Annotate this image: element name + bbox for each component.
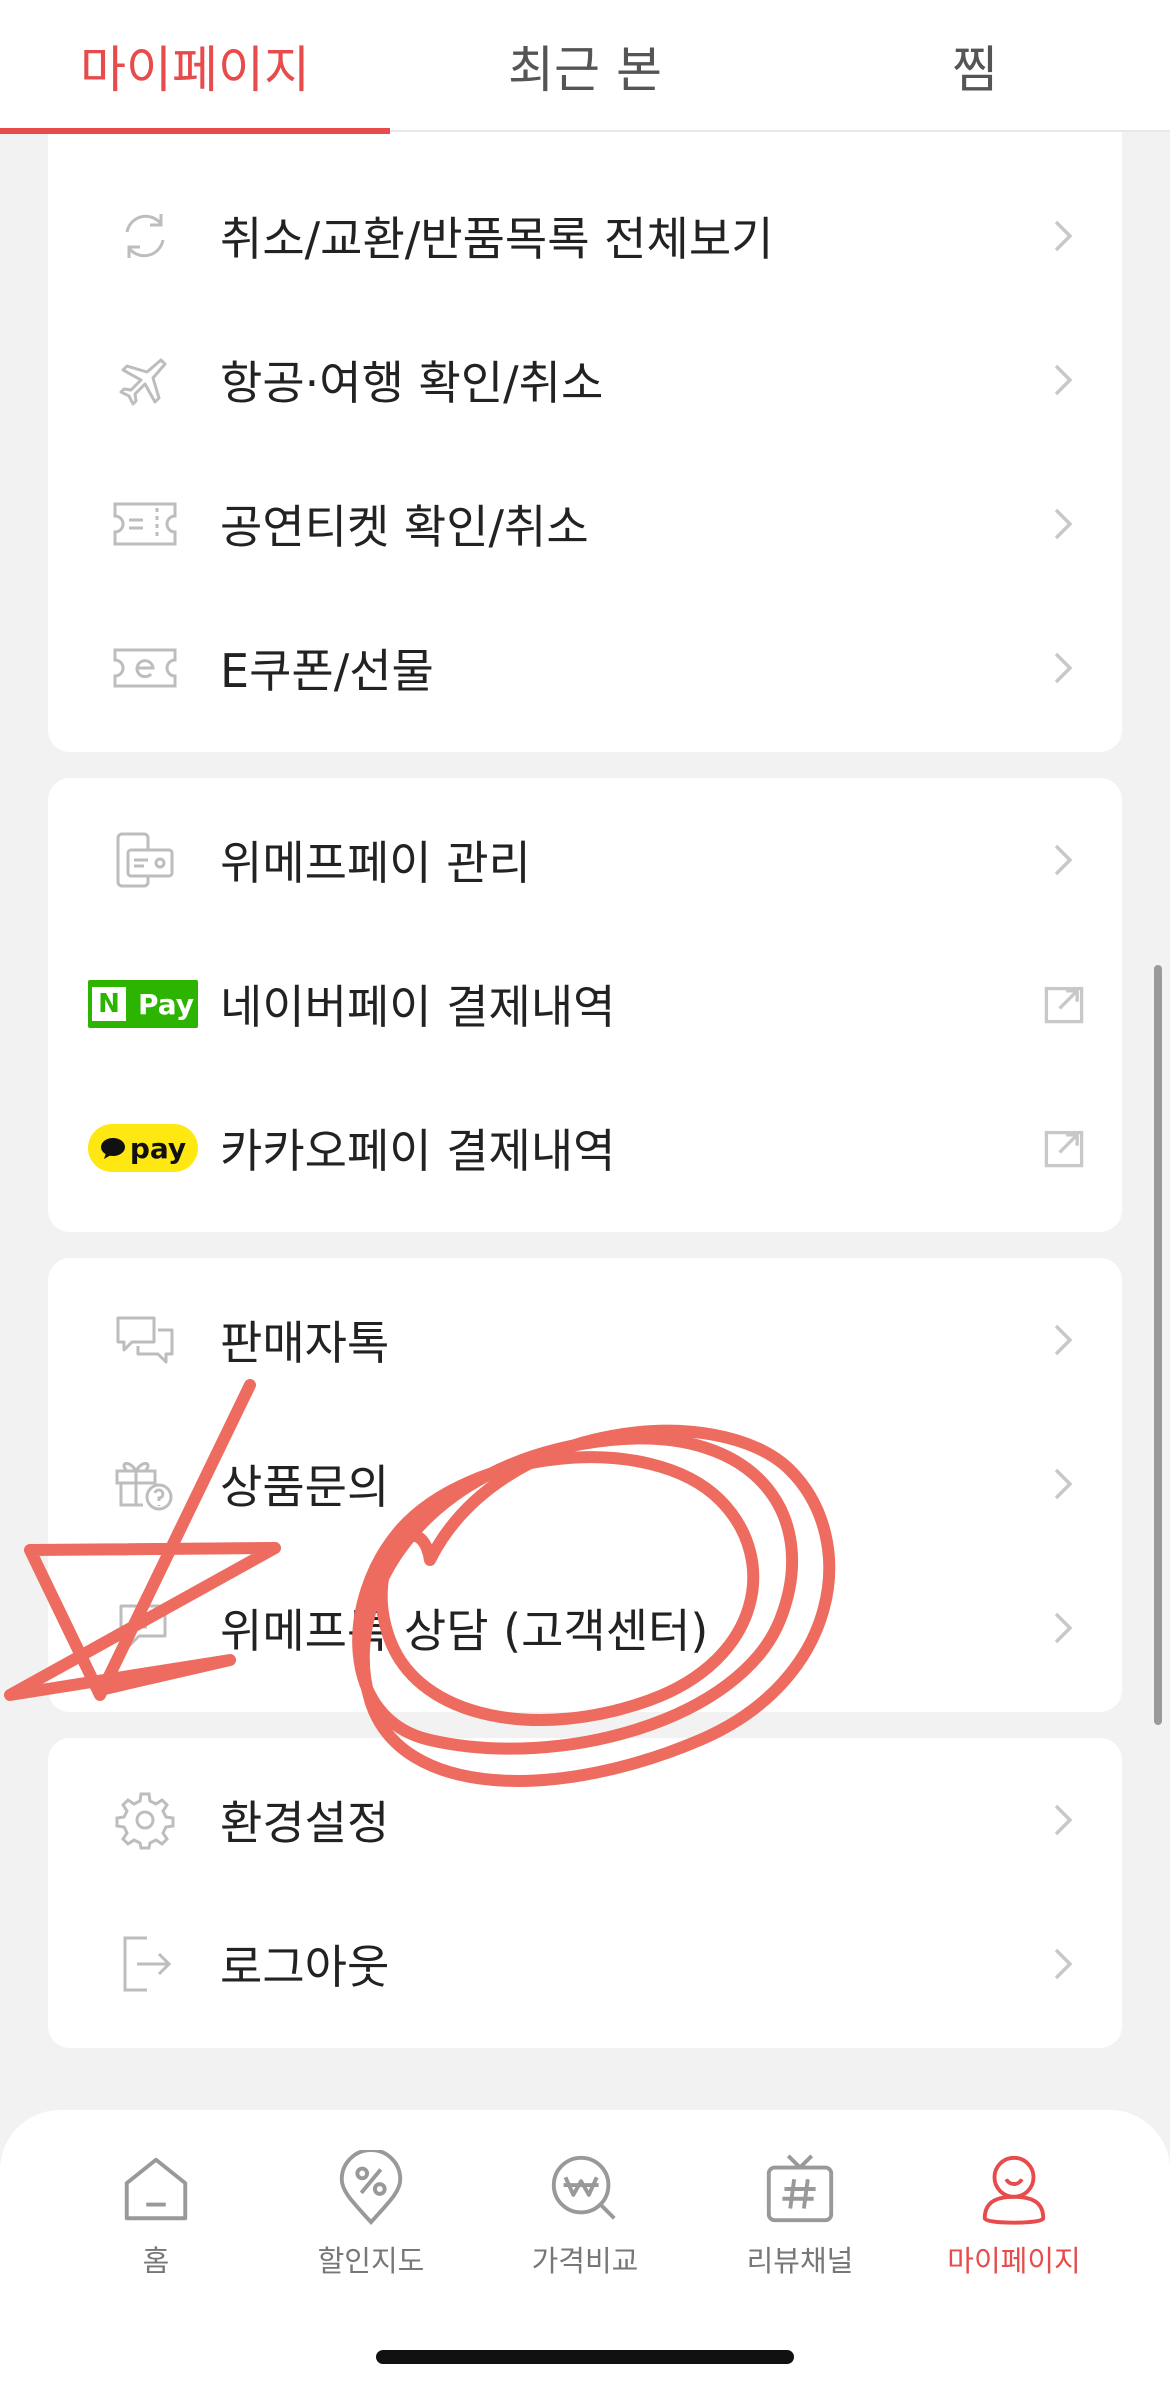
ticket-icon [112, 494, 178, 554]
menu-item-naverpay-history[interactable]: N Pay 네이버페이 결제내역 [48, 932, 1122, 1076]
menu-item-label: 로그아웃 [220, 1940, 390, 1994]
exchange-icon [112, 206, 178, 266]
chevron-right-icon [1054, 1804, 1073, 1836]
menu-item-label: E쿠폰/선물 [220, 644, 434, 698]
menu-item-ecoupon-gift[interactable]: E쿠폰/선물 [48, 596, 1122, 740]
menu-item-label: 카카오페이 결제내역 [220, 1124, 616, 1178]
home-indicator [376, 2350, 794, 2364]
chevron-right-icon [1054, 1324, 1073, 1356]
chevron-right-icon [1054, 844, 1073, 876]
support-card: 판매자톡 상품문의 위메프톡 상담 (고객센터) [48, 1258, 1122, 1712]
price-compare-icon [551, 2155, 616, 2220]
tab-mypage[interactable]: 마이페이지 [0, 0, 390, 134]
nav-mypage[interactable]: 마이페이지 [907, 2150, 1121, 2280]
chevron-right-icon [1054, 1468, 1073, 1500]
external-link-icon [1044, 1130, 1084, 1168]
menu-item-label: 취소/교환/반품목록 전체보기 [220, 212, 774, 266]
ecoupon-icon [112, 638, 178, 698]
menu-item-seller-talk[interactable]: 판매자톡 [48, 1268, 1122, 1412]
tab-wishlist[interactable]: 찜 [780, 0, 1170, 132]
nav-review-channel[interactable]: 리뷰채널 [693, 2150, 907, 2280]
gear-icon [112, 1790, 178, 1850]
orders-card: 취소/교환/반품목록 전체보기 항공·여행 확인/취소 공연티켓 확인/취소 E… [48, 100, 1122, 752]
menu-item-label: 항공·여행 확인/취소 [220, 356, 604, 410]
airplane-icon [112, 350, 178, 410]
nav-home[interactable]: 홈 [49, 2150, 263, 2280]
menu-item-label: 위메프페이 관리 [220, 836, 531, 890]
nav-discount-map[interactable]: 할인지도 [264, 2150, 478, 2280]
chevron-right-icon [1054, 508, 1073, 540]
home-icon [124, 2157, 188, 2221]
menu-item-label: 공연티켓 확인/취소 [220, 500, 589, 554]
gift-question-icon [112, 1454, 178, 1514]
menu-item-cancel-exchange-return[interactable]: 취소/교환/반품목록 전체보기 [48, 164, 1122, 308]
chevron-right-icon [1054, 1948, 1073, 1980]
menu-item-performance-ticket[interactable]: 공연티켓 확인/취소 [48, 452, 1122, 596]
external-link-icon [1044, 986, 1084, 1024]
wallet-card-icon [112, 830, 178, 890]
menu-item-product-inquiry[interactable]: 상품문의 [48, 1412, 1122, 1556]
menu-item-flight-travel[interactable]: 항공·여행 확인/취소 [48, 308, 1122, 452]
menu-item-label: 환경설정 [220, 1796, 390, 1850]
kakaopay-logo: pay [88, 1124, 198, 1172]
bottom-navigation-bar: 홈 할인지도 가격비교 리뷰채널 마이페이지 [0, 2110, 1170, 2391]
chevron-right-icon [1054, 220, 1073, 252]
mypage-icon [982, 2155, 1046, 2225]
naverpay-logo: N Pay [88, 980, 198, 1028]
payments-card: 위메프페이 관리 N Pay 네이버페이 결제내역 pay 카카오페이 결제내역 [48, 778, 1122, 1232]
menu-item-settings[interactable]: 환경설정 [48, 1748, 1122, 1892]
menu-item-label: 네이버페이 결제내역 [220, 980, 616, 1034]
menu-item-label: 상품문의 [220, 1460, 390, 1514]
scrollbar[interactable] [1154, 965, 1162, 1725]
review-channel-icon [766, 2154, 834, 2223]
menu-item-kakaopay-history[interactable]: pay 카카오페이 결제내역 [48, 1076, 1122, 1220]
menu-item-wemakeprice-talk-support[interactable]: 위메프톡 상담 (고객센터) [48, 1556, 1122, 1700]
chat-bubbles-icon [112, 1310, 178, 1370]
logout-icon [112, 1934, 178, 1994]
discount-map-icon [339, 2150, 403, 2226]
chevron-right-icon [1054, 652, 1073, 684]
settings-card: 환경설정 로그아웃 [48, 1738, 1122, 2048]
headset-chat-icon [112, 1598, 178, 1658]
chevron-right-icon [1054, 1612, 1073, 1644]
nav-price-compare[interactable]: 가격비교 [478, 2150, 692, 2280]
chevron-right-icon [1054, 364, 1073, 396]
menu-item-logout[interactable]: 로그아웃 [48, 1892, 1122, 2036]
menu-item-wemakeprice-pay[interactable]: 위메프페이 관리 [48, 788, 1122, 932]
tab-recently-viewed[interactable]: 최근 본 [390, 0, 780, 132]
menu-item-label: 위메프톡 상담 (고객센터) [220, 1604, 709, 1658]
top-tab-bar: 마이페이지 최근 본 찜 [0, 0, 1170, 134]
menu-item-label: 판매자톡 [220, 1316, 390, 1370]
